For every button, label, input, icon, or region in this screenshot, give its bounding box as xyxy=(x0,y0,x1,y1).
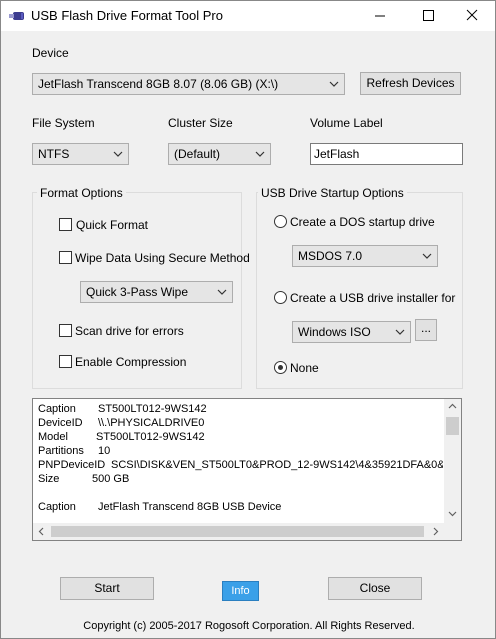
chevron-down-icon xyxy=(217,289,227,295)
info-key: Partitions xyxy=(38,445,84,457)
scroll-down-icon[interactable] xyxy=(448,511,457,517)
close-window-button[interactable] xyxy=(449,1,495,31)
info-line: Caption ST500LT012-9WS142 xyxy=(38,402,443,416)
format-options-title: Format Options xyxy=(37,186,126,200)
info-key: DeviceID xyxy=(38,417,83,429)
usb-drive-icon xyxy=(9,12,24,20)
info-value: 500 GB xyxy=(92,473,130,485)
installer-source-value: Windows ISO xyxy=(298,325,371,339)
info-key: Caption xyxy=(38,403,76,415)
info-value: \\.\PHYSICALDRIVE0 xyxy=(98,417,205,429)
device-select-value: JetFlash Transcend 8GB 8.07 (8.06 GB) (X… xyxy=(38,77,279,91)
title-bar[interactable]: USB Flash Drive Format Tool Pro xyxy=(1,1,495,31)
chevron-down-icon xyxy=(113,151,123,157)
browse-button[interactable]: ... xyxy=(415,319,437,341)
chevron-down-icon xyxy=(329,81,339,87)
info-value: JetFlash Transcend 8GB USB Device xyxy=(98,501,282,513)
info-value: ST500LT012-9WS142 xyxy=(96,431,205,443)
info-value: ST500LT012-9WS142 xyxy=(98,403,207,415)
file-system-label: File System xyxy=(32,116,95,130)
vertical-scroll-thumb[interactable] xyxy=(446,417,459,435)
radio-selected-dot xyxy=(278,365,283,370)
chevron-down-icon xyxy=(255,151,265,157)
maximize-icon xyxy=(423,10,434,21)
info-line: DeviceID \\.\PHYSICALDRIVE0 xyxy=(38,416,443,430)
info-line: Caption JetFlash Transcend 8GB USB Devic… xyxy=(38,500,443,514)
maximize-button[interactable] xyxy=(405,1,451,31)
startup-options-title: USB Drive Startup Options xyxy=(258,186,407,200)
scroll-right-icon[interactable] xyxy=(433,527,439,536)
start-button[interactable]: Start xyxy=(60,577,154,600)
chevron-down-icon xyxy=(422,253,432,259)
window-title: USB Flash Drive Format Tool Pro xyxy=(31,8,223,23)
compression-checkbox[interactable] xyxy=(59,355,72,368)
info-line: Partitions 10 xyxy=(38,444,443,458)
app-window: USB Flash Drive Format Tool Pro Device J… xyxy=(0,0,496,639)
file-system-value: NTFS xyxy=(38,147,70,161)
wipe-data-checkbox[interactable] xyxy=(59,251,72,264)
scroll-left-icon[interactable] xyxy=(38,527,44,536)
device-select[interactable]: JetFlash Transcend 8GB 8.07 (8.06 GB) (X… xyxy=(32,73,345,95)
chevron-down-icon xyxy=(395,329,405,335)
volume-label-label: Volume Label xyxy=(310,116,383,130)
info-key: Size xyxy=(38,473,60,485)
info-line: PNPDeviceID SCSI\DISK&VEN_ST500LT0&PROD_… xyxy=(38,458,443,472)
wipe-method-select[interactable]: Quick 3-Pass Wipe xyxy=(80,281,233,303)
info-value: SCSI\DISK&VEN_ST500LT0&PROD_12-9WS142\4&… xyxy=(111,459,443,471)
copyright-text: Copyright (c) 2005-2017 Rogosoft Corpora… xyxy=(83,620,415,632)
info-line: Size 500 GB xyxy=(38,472,443,486)
device-info-box[interactable]: Caption ST500LT012-9WS142 DeviceID \\.\P… xyxy=(32,398,462,541)
close-button[interactable]: Close xyxy=(328,577,422,600)
installer-label[interactable]: Create a USB drive installer for xyxy=(290,291,455,305)
cluster-size-label: Cluster Size xyxy=(168,116,233,130)
info-line xyxy=(38,486,443,500)
volume-label-input[interactable]: JetFlash xyxy=(310,143,463,165)
cluster-size-select[interactable]: (Default) xyxy=(168,143,271,165)
dos-startup-radio[interactable] xyxy=(274,215,287,228)
horizontal-scrollbar[interactable] xyxy=(33,523,461,540)
minimize-button[interactable] xyxy=(357,1,403,31)
info-button[interactable]: Info xyxy=(222,581,259,601)
none-radio[interactable] xyxy=(274,361,287,374)
scan-errors-label[interactable]: Scan drive for errors xyxy=(75,324,184,338)
none-label[interactable]: None xyxy=(290,361,319,375)
quick-format-label[interactable]: Quick Format xyxy=(76,218,148,232)
minimize-icon xyxy=(375,15,385,17)
dos-version-value: MSDOS 7.0 xyxy=(298,249,363,263)
scroll-up-icon[interactable] xyxy=(448,403,457,409)
close-icon xyxy=(466,9,478,21)
compression-label[interactable]: Enable Compression xyxy=(75,355,186,369)
device-info-lines: Caption ST500LT012-9WS142 DeviceID \\.\P… xyxy=(38,402,443,522)
info-value: 10 xyxy=(98,445,111,457)
horizontal-scroll-thumb[interactable] xyxy=(51,526,424,537)
refresh-devices-button[interactable]: Refresh Devices xyxy=(360,72,461,95)
installer-source-select[interactable]: Windows ISO xyxy=(292,321,411,343)
vertical-scrollbar[interactable] xyxy=(444,399,461,523)
info-key: Caption xyxy=(38,501,76,513)
installer-radio[interactable] xyxy=(274,291,287,304)
device-label: Device xyxy=(32,46,69,60)
info-key: PNPDeviceID xyxy=(38,459,106,471)
dos-startup-label[interactable]: Create a DOS startup drive xyxy=(290,215,435,229)
wipe-method-value: Quick 3-Pass Wipe xyxy=(86,285,189,299)
info-line: Model ST500LT012-9WS142 xyxy=(38,430,443,444)
quick-format-checkbox[interactable] xyxy=(59,218,72,231)
scan-errors-checkbox[interactable] xyxy=(59,324,72,337)
wipe-data-label[interactable]: Wipe Data Using Secure Method xyxy=(75,251,250,265)
info-key: Model xyxy=(38,431,68,443)
cluster-size-value: (Default) xyxy=(174,147,221,161)
file-system-select[interactable]: NTFS xyxy=(32,143,129,165)
dos-version-select[interactable]: MSDOS 7.0 xyxy=(292,245,438,267)
